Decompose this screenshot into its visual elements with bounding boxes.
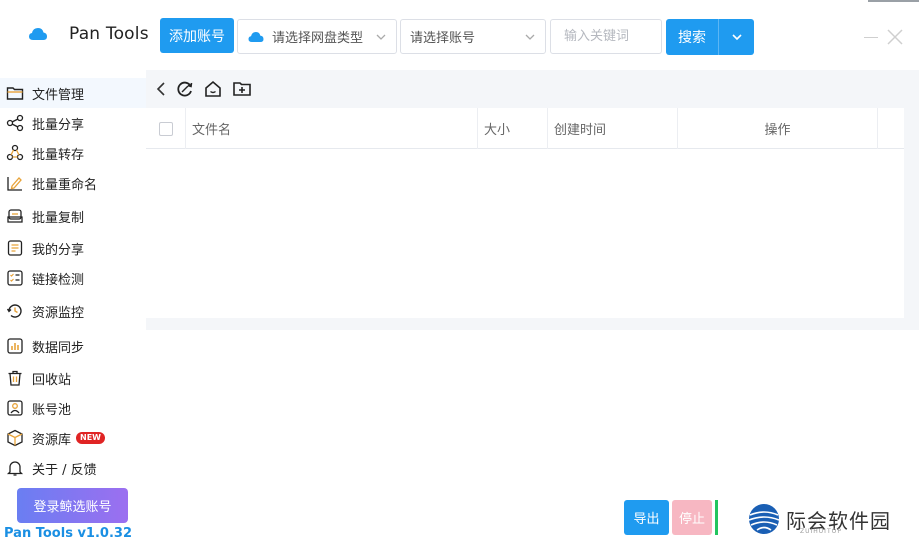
export-button[interactable]: 导出 [624,500,669,535]
keyword-input[interactable] [550,19,662,54]
sidebar-item-label: 批量重命名 [32,177,98,193]
stop-button[interactable]: 停止 [672,500,712,535]
table-body [146,149,904,318]
status-indicator [715,500,718,535]
sidebar-item-label: 批量分享 [32,117,85,133]
account-select[interactable]: 请选择账号 [400,19,546,54]
column-header-name[interactable]: 文件名 [186,108,478,149]
copy-icon [7,209,23,223]
share-icon [6,114,24,132]
add-account-button[interactable]: 添加账号 [160,18,234,53]
file-table: 文件名 大小 创建时间 操作 [146,108,904,318]
sidebar-item-label: 批量转存 [32,147,85,163]
chevron-down-icon [525,34,535,40]
header: Pan Tools 添加账号 请选择网盘类型 请选择账号 搜索 [0,0,919,70]
sidebar-item-label: 关于 / 反馈 [32,462,97,478]
account-pool-icon [7,400,23,416]
link-check-icon [7,270,23,286]
sidebar: 文件管理 批量分享 批量转存 批量重命名 批量复制 我的分享 链接检测 资源监控… [0,78,146,543]
sidebar-item-label: 资源监控 [32,305,85,321]
folder-icon [6,87,24,100]
close-icon[interactable] [886,28,904,46]
transfer-icon [6,144,24,161]
search-options-toggle[interactable] [719,19,754,55]
sidebar-item-label: 文件管理 [32,87,85,103]
search-button[interactable]: 搜索 [666,19,719,55]
sidebar-item-label: 回收站 [32,372,72,388]
window-edge [868,0,919,2]
column-header-size[interactable]: 大小 [478,108,548,149]
chevron-down-icon [376,34,386,40]
sidebar-item-resource-monitor[interactable]: 资源监控 [0,296,146,326]
select-all-checkbox[interactable] [158,121,173,136]
file-toolbar [146,70,919,108]
table-header: 文件名 大小 创建时间 操作 [146,108,904,149]
sidebar-item-link-check[interactable]: 链接检测 [0,263,146,293]
new-badge: NEW [76,432,105,444]
select-all-cell [146,108,186,149]
sidebar-item-file-manager[interactable]: 文件管理 [0,78,146,108]
sidebar-item-label: 账号池 [32,402,72,418]
sidebar-item-batch-copy[interactable]: 批量复制 [0,201,146,231]
refresh-icon[interactable] [175,79,195,99]
home-icon[interactable] [203,79,223,99]
globe-logo-icon [748,504,780,534]
minimize-button[interactable] [864,37,878,38]
sidebar-item-label: 批量复制 [32,210,85,226]
sidebar-item-batch-share[interactable]: 批量分享 [0,108,146,138]
watermark-subtext: ZUIHUITOP [800,528,842,535]
my-share-icon [7,240,23,256]
cloud-logo-icon [29,28,47,40]
cloud-icon [248,32,264,42]
back-arrow-icon[interactable] [152,79,172,99]
sidebar-item-data-sync[interactable]: 数据同步 [0,331,146,361]
account-value: 请选择账号 [410,31,476,46]
rename-icon [7,177,22,191]
sidebar-item-label: 资源库 [32,432,72,448]
sidebar-item-label: 链接检测 [32,272,85,288]
app-title: Pan Tools [69,24,149,44]
new-folder-icon[interactable] [232,79,252,99]
package-icon [7,429,23,447]
search-button-group[interactable]: 搜索 [666,19,754,55]
chevron-down-icon [731,34,742,41]
bell-icon [6,461,24,476]
sync-chart-icon [7,338,23,354]
sidebar-item-account-pool[interactable]: 账号池 [0,393,146,423]
disk-type-value: 请选择网盘类型 [272,31,364,46]
sidebar-item-label: 数据同步 [32,340,85,356]
sidebar-item-about-feedback[interactable]: 关于 / 反馈 [0,453,146,483]
sidebar-item-batch-transfer[interactable]: 批量转存 [0,138,146,168]
version-label: Pan Tools v1.0.32 [4,526,132,541]
sidebar-item-batch-rename[interactable]: 批量重命名 [0,168,146,198]
sidebar-item-recycle-bin[interactable]: 回收站 [0,363,146,393]
watermark: 际会软件园 ZUIHUITOP [746,498,906,540]
sidebar-item-resource-library[interactable]: 资源库 NEW [0,423,146,453]
disk-type-select[interactable]: 请选择网盘类型 [237,19,397,54]
monitor-icon [6,304,22,318]
column-header-actions: 操作 [678,108,878,149]
sidebar-item-my-share[interactable]: 我的分享 [0,233,146,263]
trash-icon [8,370,22,386]
column-header-created[interactable]: 创建时间 [548,108,678,149]
login-whale-account-button[interactable]: 登录鲸选账号 [17,488,128,523]
main-panel: 文件名 大小 创建时间 操作 [146,70,919,543]
sidebar-item-label: 我的分享 [32,242,85,258]
